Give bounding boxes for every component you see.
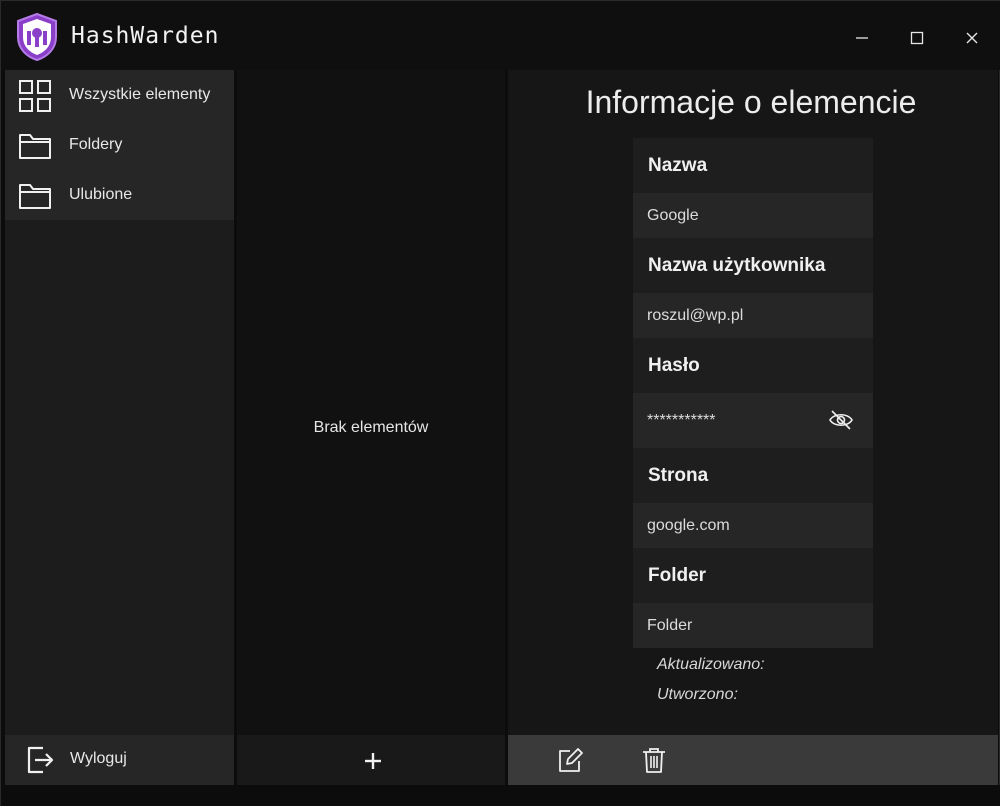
close-button[interactable]: [957, 23, 987, 53]
sidebar-item-label: Foldery: [69, 136, 123, 153]
created-label: Utworzono:: [657, 686, 738, 703]
sidebar-item-all-items[interactable]: Wszystkie elementy: [5, 70, 234, 120]
folder-icon: [19, 134, 51, 159]
logout-icon: [27, 746, 54, 774]
username-value[interactable]: roszul@wp.pl: [633, 293, 873, 338]
app-title: HashWarden: [71, 23, 220, 49]
username-label: Nazwa użytkownika: [633, 238, 873, 293]
minimize-button[interactable]: [847, 23, 877, 53]
item-details-panel: Informacje o elemencie Nazwa Google Nazw…: [508, 70, 998, 735]
window-bottom-edge: [1, 785, 1000, 806]
maximize-button[interactable]: [902, 23, 932, 53]
site-label: Strona: [633, 448, 873, 503]
plus-icon: [365, 753, 381, 769]
edit-icon[interactable]: [556, 746, 584, 774]
site-value[interactable]: google.com: [633, 503, 873, 548]
eye-off-icon[interactable]: [828, 409, 854, 431]
details-toolbar: [508, 735, 998, 785]
trash-icon[interactable]: [640, 746, 668, 774]
details-title: Informacje o elemencie: [585, 84, 917, 120]
app-window: HashWarden Wszystkie elementy Foldery Ul…: [0, 0, 1000, 806]
sidebar-item-label: Ulubione: [69, 186, 133, 203]
add-item-button[interactable]: [359, 747, 387, 775]
folder-value[interactable]: Folder: [633, 603, 873, 648]
password-field[interactable]: ***********: [633, 393, 873, 448]
name-value[interactable]: Google: [633, 193, 873, 238]
folder-icon: [19, 184, 51, 209]
items-list[interactable]: Brak elementów: [237, 70, 505, 735]
maximize-icon: [910, 31, 924, 45]
close-icon: [966, 32, 978, 44]
password-label: Hasło: [633, 338, 873, 393]
minimize-icon: [856, 37, 868, 39]
list-toolbar: [237, 735, 505, 785]
sidebar-item-label: Wszystkie elementy: [69, 86, 211, 103]
sidebar-item-folders[interactable]: Foldery: [5, 120, 234, 170]
logout-button[interactable]: Wyloguj: [5, 735, 234, 785]
folder-label: Folder: [633, 548, 873, 603]
shield-lock-logo-icon: [17, 12, 57, 62]
sidebar-item-favorites[interactable]: Ulubione: [5, 170, 234, 220]
name-label: Nazwa: [633, 138, 873, 193]
password-value: ***********: [647, 411, 716, 429]
sidebar: Wszystkie elementy Foldery Ulubione: [5, 70, 234, 735]
logout-label: Wyloguj: [70, 750, 127, 767]
empty-list-message: Brak elementów: [313, 419, 429, 436]
updated-label: Aktualizowano:: [657, 656, 765, 673]
grid-icon: [19, 80, 51, 112]
title-bar[interactable]: HashWarden: [1, 1, 1000, 70]
details-card: Nazwa Google Nazwa użytkownika roszul@wp…: [633, 138, 873, 648]
